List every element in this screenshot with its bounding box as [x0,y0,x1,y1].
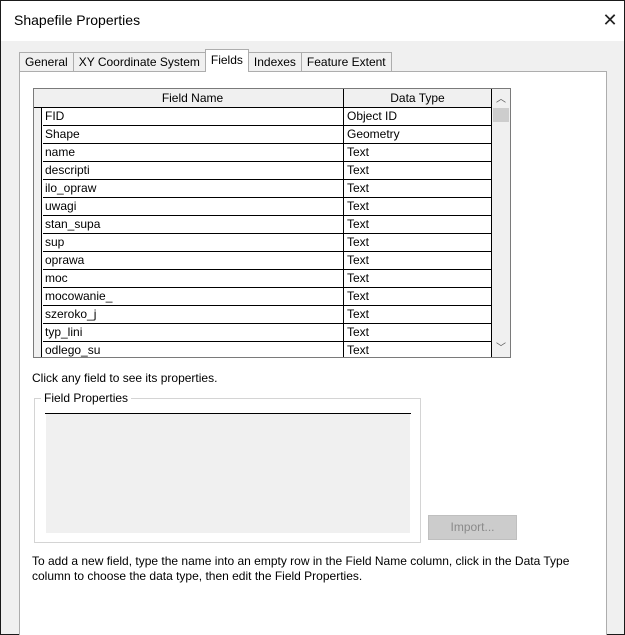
fields-grid: Field Name Data Type FID Object ID Shape Ge… [33,88,511,358]
tab-fields[interactable]: Fields [204,49,249,72]
field-name-cell[interactable]: sup [43,234,344,251]
row-selector-column[interactable] [34,89,42,357]
scroll-down-icon[interactable]: ﹀ [492,340,510,357]
shapefile-properties-dialog: Shapefile Properties ✕ General XY Coordi… [0,0,625,635]
table-row[interactable]: ilo_opraw Text [43,180,492,198]
data-type-cell[interactable]: Text [344,270,492,287]
data-type-cell[interactable]: Text [344,216,492,233]
field-properties-grid[interactable] [46,414,410,533]
field-name-cell[interactable]: stan_supa [43,216,344,233]
window-title: Shapefile Properties [14,12,141,28]
table-row[interactable]: odlego_su Text [43,342,492,357]
tab-feature-extent[interactable]: Feature Extent [300,52,392,72]
field-properties-legend: Field Properties [41,391,132,405]
field-name-cell[interactable]: Shape [43,126,344,143]
fields-tab-panel: Field Name Data Type FID Object ID Shape Ge… [19,71,607,635]
scroll-up-icon[interactable]: ︿ [492,91,510,108]
data-type-cell[interactable]: Object ID [344,108,492,125]
scroll-thumb[interactable] [493,108,509,122]
data-type-cell[interactable]: Text [344,162,492,179]
grid-rows: FID Object ID Shape Geometry name Text descrip… [43,108,492,357]
field-name-cell[interactable]: moc [43,270,344,287]
field-name-cell[interactable]: oprawa [43,252,344,269]
tab-strip: General XY Coordinate System Fields Inde… [19,49,392,72]
tab-general[interactable]: General [19,52,74,72]
data-type-cell[interactable]: Text [344,180,492,197]
data-type-cell[interactable]: Text [344,198,492,215]
tab-xy-coordinate-system[interactable]: XY Coordinate System [72,52,206,72]
grid-scrollbar[interactable]: ︿ ﹀ [492,89,510,357]
close-icon[interactable]: ✕ [598,7,622,33]
field-name-cell[interactable]: descripti [43,162,344,179]
data-type-cell[interactable]: Text [344,324,492,341]
field-name-cell[interactable]: uwagi [43,198,344,215]
tab-indexes[interactable]: Indexes [247,52,302,72]
table-row[interactable]: szeroko_j Text [43,306,492,324]
add-field-help-text: To add a new field, type the name into a… [32,554,570,583]
table-row[interactable]: sup Text [43,234,492,252]
data-type-cell[interactable]: Text [344,306,492,323]
field-name-cell[interactable]: ilo_opraw [43,180,344,197]
click-field-hint: Click any field to see its properties. [32,371,218,385]
field-name-cell[interactable]: odlego_su [43,342,344,357]
table-row[interactable]: FID Object ID [43,108,492,126]
data-type-cell[interactable]: Geometry [344,126,492,143]
table-row[interactable]: name Text [43,144,492,162]
data-type-cell[interactable]: Text [344,252,492,269]
data-type-cell[interactable]: Text [344,144,492,161]
column-header-data-type[interactable]: Data Type [344,89,492,107]
table-row[interactable]: moc Text [43,270,492,288]
import-button[interactable]: Import... [428,515,517,540]
grid-header: Field Name Data Type [34,89,510,108]
field-name-cell[interactable]: name [43,144,344,161]
table-row[interactable]: Shape Geometry [43,126,492,144]
column-header-field-name[interactable]: Field Name [42,89,344,107]
table-row[interactable]: oprawa Text [43,252,492,270]
field-name-cell[interactable]: typ_lini [43,324,344,341]
field-name-cell[interactable]: szeroko_j [43,306,344,323]
table-row[interactable]: uwagi Text [43,198,492,216]
table-row[interactable]: descripti Text [43,162,492,180]
table-row[interactable]: mocowanie_ Text [43,288,492,306]
data-type-cell[interactable]: Text [344,342,492,357]
field-properties-group: Field Properties [34,391,421,543]
title-bar: Shapefile Properties ✕ [1,1,624,41]
field-name-cell[interactable]: mocowanie_ [43,288,344,305]
data-type-cell[interactable]: Text [344,234,492,251]
table-row[interactable]: stan_supa Text [43,216,492,234]
field-name-cell[interactable]: FID [43,108,344,125]
table-row[interactable]: typ_lini Text [43,324,492,342]
data-type-cell[interactable]: Text [344,288,492,305]
